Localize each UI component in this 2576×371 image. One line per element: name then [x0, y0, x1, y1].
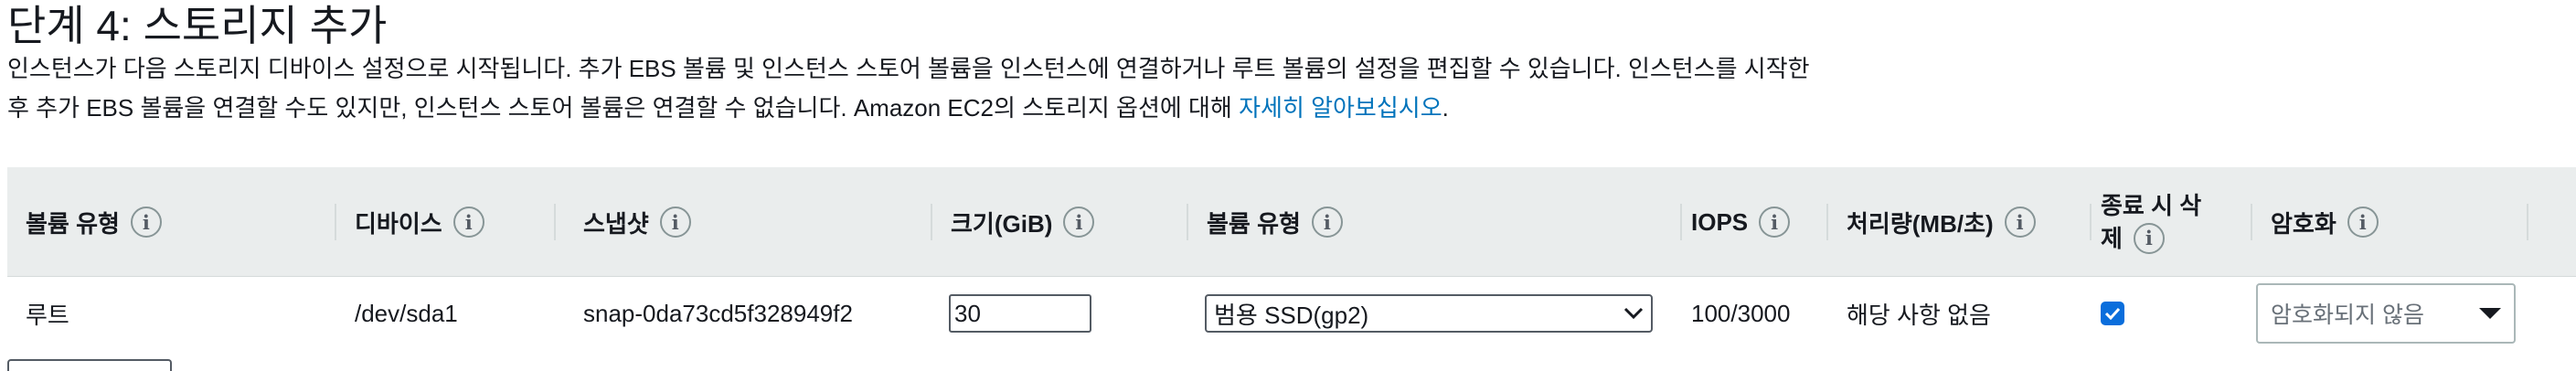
add-volume-button[interactable]: [7, 359, 172, 371]
column-header-ebs-volume-type: 볼륨 유형 i: [1207, 167, 1682, 277]
column-header-throughput: 처리량(MB/초) i: [1847, 167, 2092, 277]
cell-ebs-volume-type: 범용 SSD(gp2): [1205, 277, 1653, 350]
column-header-label: 볼륨 유형: [1207, 209, 1301, 238]
checkmark-icon: [2104, 307, 2121, 320]
column-header-label: 스냅샷: [583, 209, 649, 238]
size-input[interactable]: 30: [949, 294, 1091, 333]
column-header-snapshot: 스냅샷 i: [583, 167, 932, 277]
description-line-1: 인스턴스가 다음 스토리지 디바이스 설정으로 시작됩니다. 추가 EBS 볼륨…: [7, 55, 1810, 82]
cell-snapshot: snap-0da73cd5f328949f2: [583, 299, 853, 327]
cell-size: 30: [949, 277, 1091, 350]
encryption-select[interactable]: 암호화되지 않음: [2256, 283, 2516, 344]
info-icon[interactable]: i: [2347, 207, 2379, 238]
column-divider: [1826, 204, 1828, 240]
column-divider: [1680, 204, 1682, 240]
volume-type-select[interactable]: 범용 SSD(gp2): [1205, 294, 1653, 333]
column-divider: [931, 204, 932, 240]
description-period: .: [1442, 94, 1449, 122]
column-header-iops: IOPS i: [1691, 167, 1828, 277]
column-divider: [2527, 204, 2528, 240]
column-header-volume-type: 볼륨 유형 i: [26, 167, 336, 277]
cell-throughput: 해당 사항 없음: [1847, 301, 1991, 329]
storage-table: 볼륨 유형 i 디바이스 i 스냅샷 i 크기(GiB) i 볼륨 유형 i I…: [7, 167, 2576, 350]
column-header-delete-on-termination: 종료 시 삭 제 i: [2101, 167, 2252, 277]
column-header-label-line-2: 제: [2101, 225, 2123, 252]
info-icon[interactable]: i: [1063, 207, 1095, 238]
info-icon[interactable]: i: [1311, 207, 1343, 238]
column-divider: [335, 204, 336, 240]
info-icon[interactable]: i: [130, 207, 162, 238]
info-icon[interactable]: i: [2133, 223, 2165, 254]
cell-device: /dev/sda1: [355, 299, 458, 327]
column-header-device: 디바이스 i: [355, 167, 556, 277]
column-header-label: 디바이스: [355, 209, 442, 238]
column-divider: [554, 204, 556, 240]
table-row: 루트 /dev/sda1 snap-0da73cd5f328949f2 30 범…: [7, 277, 2576, 350]
column-divider: [1187, 204, 1188, 240]
chevron-down-icon: [1623, 307, 1644, 320]
column-header-label: 암호화: [2271, 209, 2336, 238]
column-header-label-line-1: 종료 시 삭: [2101, 192, 2202, 219]
cell-iops: 100/3000: [1691, 299, 1791, 327]
caret-down-icon: [2479, 308, 2501, 319]
cell-encryption: 암호화되지 않음: [2256, 277, 2516, 350]
info-icon[interactable]: i: [659, 207, 691, 238]
column-divider: [2251, 204, 2252, 240]
column-header-size: 크기(GiB) i: [951, 167, 1188, 277]
column-header-label-line-2-wrap: 제 i: [2101, 222, 2165, 255]
cell-volume-type: 루트: [26, 301, 69, 329]
info-icon[interactable]: i: [2004, 207, 2036, 238]
column-header-label: 볼륨 유형: [26, 209, 120, 238]
column-header-label: 처리량(MB/초): [1847, 209, 1994, 238]
column-divider: [2090, 204, 2092, 240]
info-icon[interactable]: i: [452, 207, 484, 238]
cell-delete-on-termination: [2101, 277, 2124, 350]
table-header: 볼륨 유형 i 디바이스 i 스냅샷 i 크기(GiB) i 볼륨 유형 i I…: [7, 167, 2576, 277]
column-header-encryption: 암호화 i: [2271, 167, 2528, 277]
column-header-label: 크기(GiB): [951, 209, 1053, 238]
learn-more-link[interactable]: 자세히 알아보십시오: [1239, 94, 1442, 122]
info-icon[interactable]: i: [1759, 207, 1791, 238]
description-text: 후 추가 EBS 볼륨을 연결할 수도 있지만, 인스턴스 스토어 볼륨은 연결…: [7, 94, 1240, 122]
page-title: 단계 4: 스토리지 추가: [7, 2, 388, 49]
encryption-selected-value: 암호화되지 않음: [2271, 302, 2424, 328]
delete-on-termination-checkbox[interactable]: [2101, 302, 2124, 325]
volume-type-selected-value: 범용 SSD(gp2): [1214, 301, 1369, 329]
description-line-2: 후 추가 EBS 볼륨을 연결할 수도 있지만, 인스턴스 스토어 볼륨은 연결…: [7, 92, 1449, 123]
column-header-label: IOPS: [1691, 207, 1749, 236]
